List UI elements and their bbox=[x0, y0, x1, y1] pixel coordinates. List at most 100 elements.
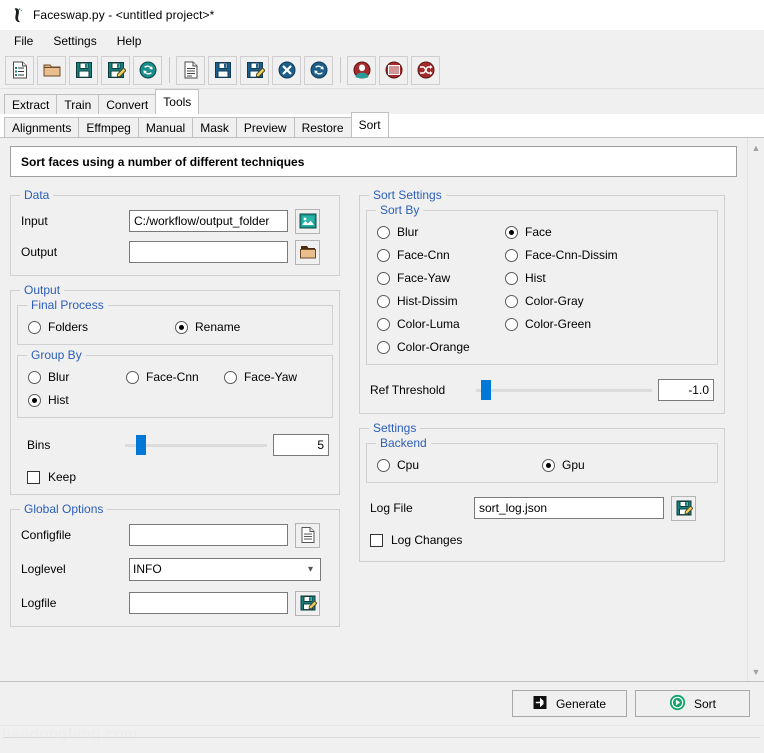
radio-dot-icon bbox=[377, 458, 390, 472]
tab-tools[interactable]: Tools bbox=[155, 89, 200, 114]
left-column: Data Input C:/workflow/output_folder Out… bbox=[10, 189, 340, 641]
radio-sortby-face-yaw[interactable]: Face-Yaw bbox=[377, 271, 505, 285]
watermark-text: handongfang.com bbox=[2, 726, 138, 743]
radio-label: Folders bbox=[48, 320, 89, 334]
keep-checkbox[interactable]: Keep bbox=[27, 470, 339, 484]
radio-dot-icon bbox=[505, 294, 518, 308]
radio-final-rename[interactable]: Rename bbox=[175, 320, 322, 334]
radio-sortby-color-green[interactable]: Color-Green bbox=[505, 317, 633, 331]
radio-sortby-hist[interactable]: Hist bbox=[505, 271, 633, 285]
bins-slider[interactable] bbox=[125, 435, 267, 455]
radio-sortby-face-cnn-dissim[interactable]: Face-Cnn-Dissim bbox=[505, 248, 633, 262]
radio-dot-icon bbox=[377, 271, 390, 285]
tab-preview[interactable]: Preview bbox=[235, 117, 295, 139]
radio-sortby-color-luma[interactable]: Color-Luma bbox=[377, 317, 505, 331]
radio-dot-icon bbox=[28, 320, 41, 334]
tab-restore[interactable]: Restore bbox=[293, 117, 352, 139]
radio-groupby-blur[interactable]: Blur bbox=[28, 370, 126, 384]
tab-sort[interactable]: Sort bbox=[350, 112, 389, 137]
log-changes-checkbox[interactable]: Log Changes bbox=[370, 533, 724, 547]
radio-sortby-color-orange[interactable]: Color-Orange bbox=[377, 340, 505, 354]
radio-dot-selected-icon bbox=[28, 393, 41, 407]
save-browse-icon[interactable] bbox=[671, 495, 696, 521]
logfile-field[interactable] bbox=[129, 592, 288, 614]
save-task-button[interactable] bbox=[208, 55, 237, 85]
faceswap-window: Faceswap.py - <untitled project>* File S… bbox=[0, 0, 764, 753]
radio-label: Color-Luma bbox=[397, 317, 460, 331]
radio-dot-icon bbox=[377, 225, 390, 239]
open-project-button[interactable] bbox=[37, 55, 66, 85]
radio-sortby-face-cnn[interactable]: Face-Cnn bbox=[377, 248, 505, 262]
tab-mask[interactable]: Mask bbox=[192, 117, 237, 139]
bins-value-field[interactable] bbox=[273, 434, 329, 456]
group-by-options: Blur Face-Cnn Face-Yaw Hist bbox=[28, 370, 322, 407]
save-browse-icon[interactable] bbox=[295, 590, 320, 616]
reload-project-button[interactable] bbox=[133, 55, 162, 85]
configfile-label: Configfile bbox=[21, 528, 72, 542]
document-browse-icon[interactable] bbox=[295, 522, 320, 548]
vertical-scrollbar[interactable]: ▲ ▼ bbox=[747, 138, 764, 681]
ref-threshold-slider-thumb[interactable] bbox=[481, 380, 492, 400]
final-process-options: Folders Rename bbox=[28, 320, 322, 334]
clear-task-button[interactable] bbox=[272, 55, 301, 85]
radio-sortby-blur[interactable]: Blur bbox=[377, 225, 505, 239]
radio-backend-cpu[interactable]: Cpu bbox=[377, 458, 542, 472]
input-field[interactable] bbox=[129, 210, 288, 232]
image-browse-icon[interactable] bbox=[295, 208, 320, 234]
sort-button[interactable]: Sort bbox=[635, 690, 750, 717]
new-task-button[interactable] bbox=[176, 55, 205, 85]
data-group: Data Input C:/workflow/output_folder Out… bbox=[10, 189, 340, 276]
output-field[interactable] bbox=[129, 241, 288, 263]
save-project-as-button[interactable] bbox=[101, 55, 130, 85]
menu-settings[interactable]: Settings bbox=[47, 32, 105, 50]
radio-sortby-color-gray[interactable]: Color-Gray bbox=[505, 294, 633, 308]
extract-tool-button[interactable] bbox=[411, 55, 440, 85]
tab-convert[interactable]: Convert bbox=[98, 94, 157, 116]
radio-sortby-hist-dissim[interactable]: Hist-Dissim bbox=[377, 294, 505, 308]
save-project-button[interactable] bbox=[69, 55, 98, 85]
group-by-group: Group By Blur Face-Cnn Face-Yaw Hist bbox=[17, 349, 333, 418]
output-group-legend: Output bbox=[20, 284, 65, 296]
radio-groupby-hist[interactable]: Hist bbox=[28, 393, 126, 407]
sort-by-options: Blur Face Face-Cnn Face-Cnn-Dissim Face-… bbox=[377, 225, 707, 354]
info-banner: Sort faces using a number of different t… bbox=[10, 146, 737, 177]
bins-slider-thumb[interactable] bbox=[136, 435, 147, 455]
preview-tool-button[interactable] bbox=[379, 55, 408, 85]
tab-extract[interactable]: Extract bbox=[4, 94, 58, 116]
backend-options: Cpu Gpu bbox=[377, 458, 707, 472]
radio-final-folders[interactable]: Folders bbox=[28, 320, 175, 334]
ref-threshold-value-field[interactable] bbox=[658, 379, 714, 401]
radio-sortby-face[interactable]: Face bbox=[505, 225, 633, 239]
loglevel-combobox[interactable]: INFO bbox=[129, 557, 321, 581]
tab-effmpeg[interactable]: Effmpeg bbox=[78, 117, 139, 139]
sort-by-legend: Sort By bbox=[376, 204, 424, 216]
ref-threshold-slider[interactable] bbox=[476, 380, 652, 400]
radio-dot-icon bbox=[505, 271, 518, 285]
configfile-field[interactable] bbox=[129, 524, 288, 546]
chevron-up-icon[interactable]: ▲ bbox=[749, 140, 764, 155]
tab-manual[interactable]: Manual bbox=[137, 117, 194, 139]
ref-threshold-label: Ref Threshold bbox=[370, 383, 446, 397]
global-options-group: Global Options Configfile Loglevel INFO … bbox=[10, 503, 340, 627]
scrollbar-track[interactable] bbox=[748, 155, 764, 664]
alignments-tool-button[interactable] bbox=[347, 55, 376, 85]
backend-legend: Backend bbox=[376, 437, 431, 449]
sort-by-group: Sort By Blur Face Face-Cnn Face-Cnn-Diss… bbox=[366, 204, 718, 365]
radio-groupby-face-cnn[interactable]: Face-Cnn bbox=[125, 370, 224, 384]
title-bar: Faceswap.py - <untitled project>* bbox=[0, 0, 764, 30]
new-project-button[interactable] bbox=[5, 55, 34, 85]
chevron-down-icon[interactable]: ▼ bbox=[749, 664, 764, 679]
log-file-field[interactable] bbox=[474, 497, 664, 519]
radio-dot-icon bbox=[377, 317, 390, 331]
reload-task-button[interactable] bbox=[304, 55, 333, 85]
tab-train[interactable]: Train bbox=[56, 94, 100, 116]
radio-groupby-face-yaw[interactable]: Face-Yaw bbox=[223, 370, 322, 384]
folder-browse-icon[interactable] bbox=[295, 239, 320, 265]
generate-button[interactable]: Generate bbox=[512, 690, 627, 717]
menu-help[interactable]: Help bbox=[111, 32, 151, 50]
log-file-row: Log File bbox=[370, 495, 714, 521]
tab-alignments[interactable]: Alignments bbox=[4, 117, 80, 139]
radio-backend-gpu[interactable]: Gpu bbox=[542, 458, 707, 472]
menu-file[interactable]: File bbox=[8, 32, 42, 50]
save-task-as-button[interactable] bbox=[240, 55, 269, 85]
